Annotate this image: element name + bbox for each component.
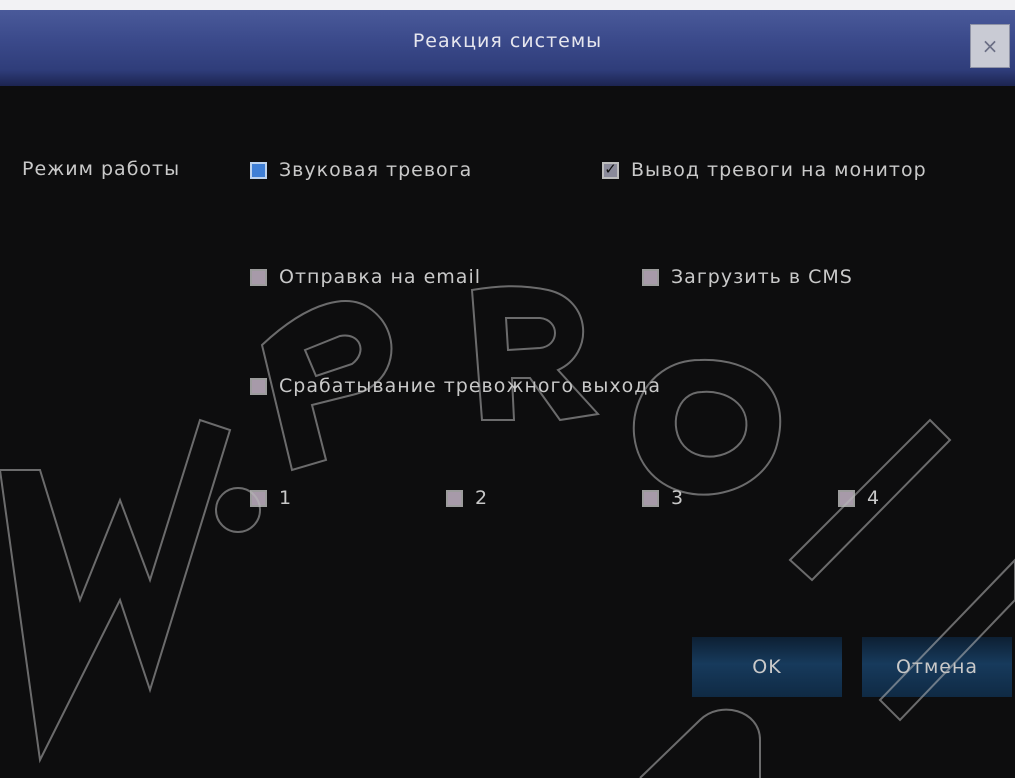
alarm-output-checkbox[interactable] [250,377,267,395]
upload-cms-label: Загрузить в CMS [671,266,853,288]
output-1-checkbox[interactable] [250,489,267,507]
output-2-label: 2 [475,487,489,509]
output-3-label: 3 [671,487,685,509]
send-email-checkbox[interactable] [250,268,267,286]
monitor-output-label: Вывод тревоги на монитор [631,159,927,181]
output-4-checkbox[interactable] [838,489,855,507]
output-3-checkbox[interactable] [642,489,659,507]
output-4-label: 4 [867,487,881,509]
alarm-output-label: Срабатывание тревожного выхода [279,375,662,397]
output-4-option[interactable]: 4 [838,487,880,509]
send-email-label: Отправка на email [279,266,482,288]
alarm-output-option[interactable]: Срабатывание тревожного выхода [250,375,661,397]
sound-alarm-checkbox[interactable] [250,161,267,179]
monitor-output-option[interactable]: Вывод тревоги на монитор [602,159,927,181]
sound-alarm-option[interactable]: Звуковая тревога [250,159,472,181]
ok-button[interactable]: OK [692,637,842,697]
output-2-option[interactable]: 2 [446,487,488,509]
output-1-option[interactable]: 1 [250,487,292,509]
title-bar: Реакция системы × [0,0,1015,86]
system-response-dialog: Реакция системы × Режим работы Звуковая … [0,0,1015,778]
send-email-option[interactable]: Отправка на email [250,266,481,288]
close-button[interactable]: × [970,24,1010,68]
sound-alarm-label: Звуковая тревога [279,159,473,181]
upload-cms-checkbox[interactable] [642,268,659,286]
dialog-title: Реакция системы [412,30,603,52]
cancel-button[interactable]: Отмена [862,637,1012,697]
output-2-checkbox[interactable] [446,489,463,507]
upload-cms-option[interactable]: Загрузить в CMS [642,266,853,288]
monitor-output-checkbox[interactable] [602,160,619,179]
mode-label: Режим работы [22,158,181,180]
close-icon: × [981,34,999,58]
output-1-label: 1 [279,487,293,509]
watermark-letters [0,285,1015,778]
output-3-option[interactable]: 3 [642,487,684,509]
